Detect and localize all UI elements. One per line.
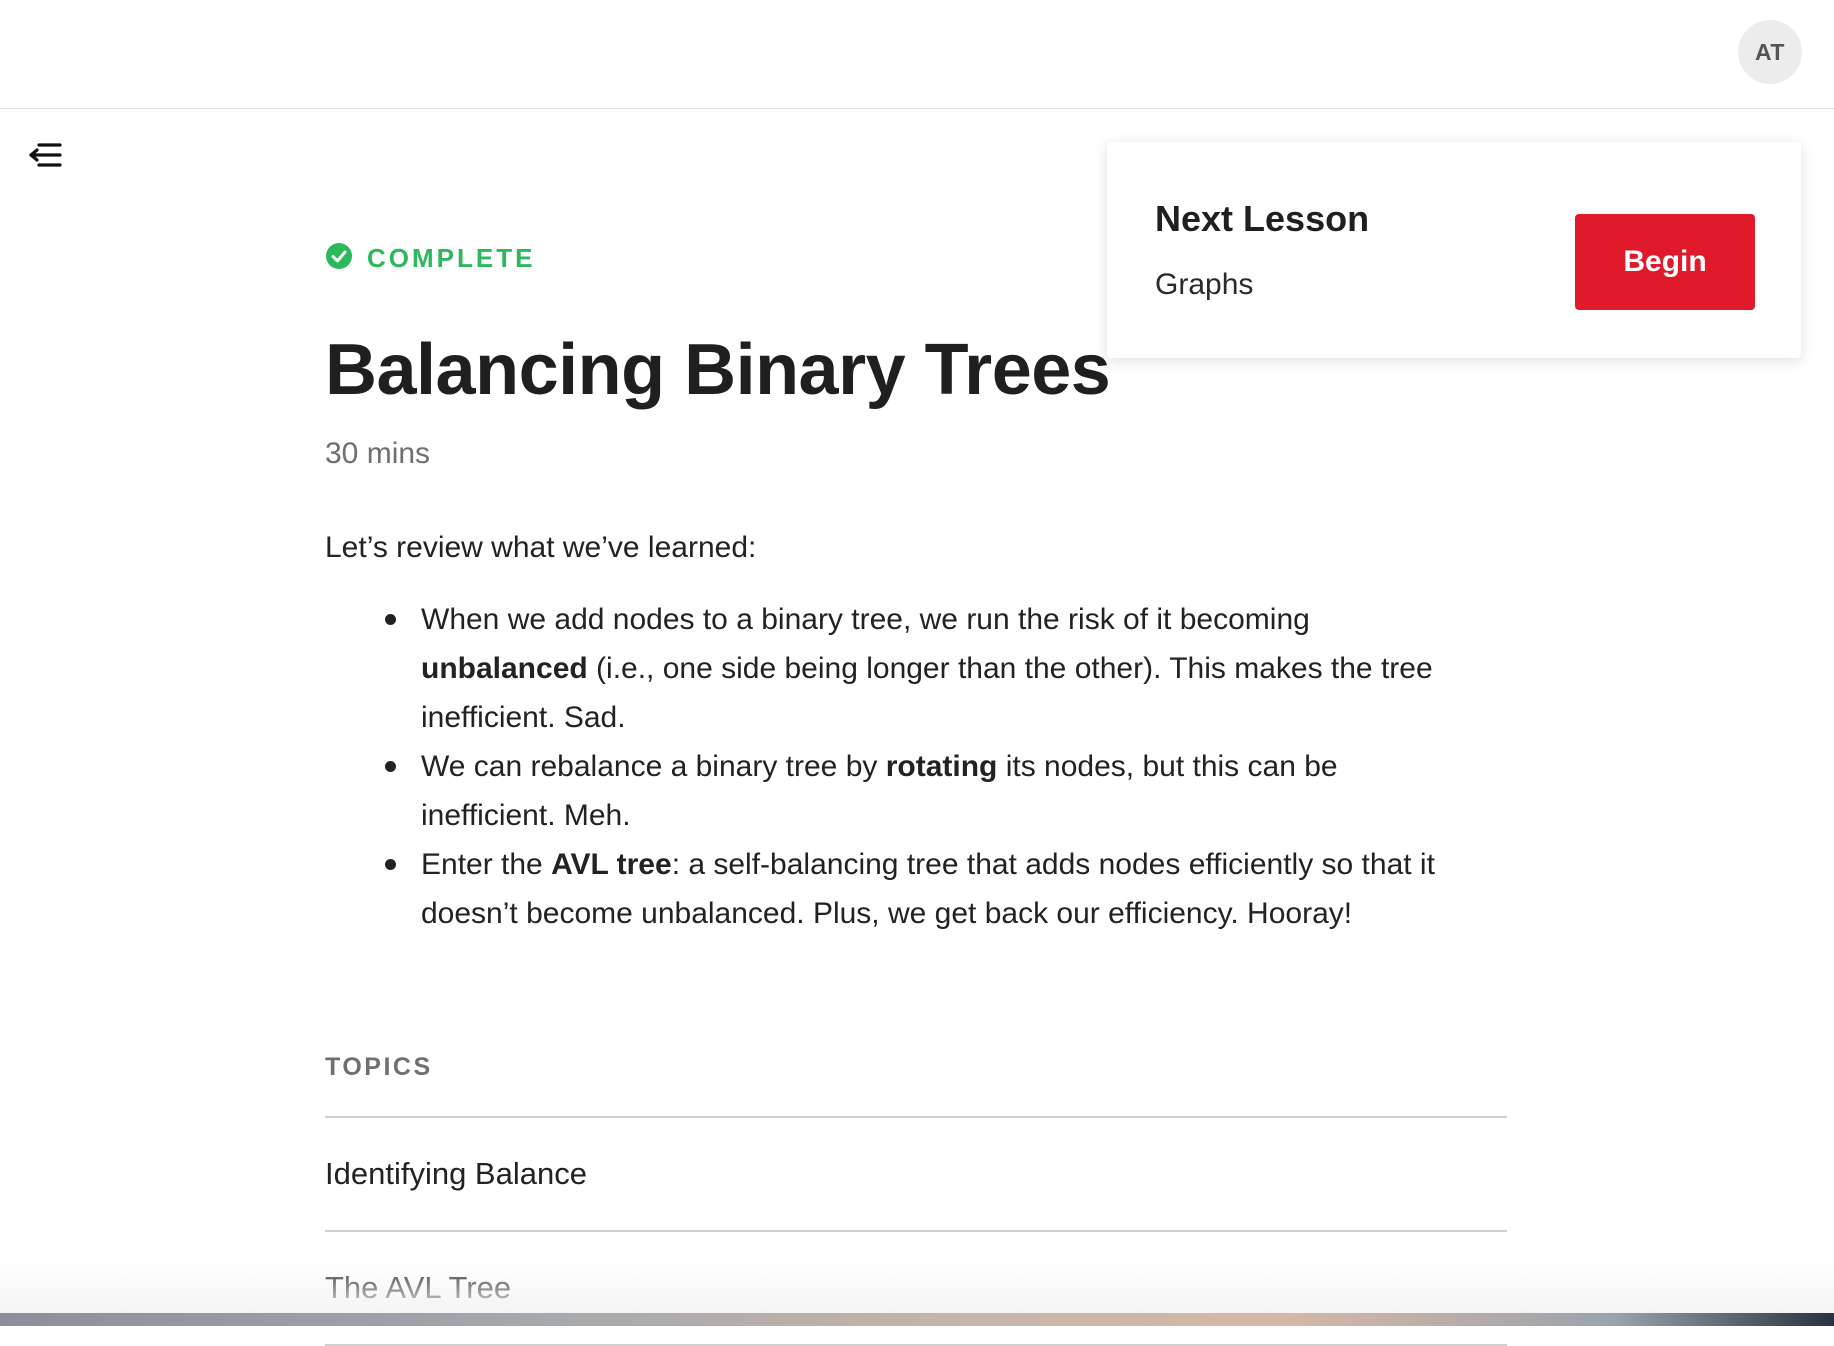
review-text: We can rebalance a binary tree by <box>421 749 886 783</box>
review-key-term: AVL tree <box>551 847 672 881</box>
next-lesson-name: Graphs <box>1155 268 1254 301</box>
topic-item-identifying-balance[interactable]: Identifying Balance <box>325 1118 1507 1232</box>
topic-list: Identifying Balance The AVL Tree <box>325 1115 1507 1346</box>
next-lesson-card: Next Lesson Graphs Begin <box>1107 142 1801 358</box>
menu-collapse-icon[interactable] <box>26 140 66 174</box>
lesson-content: COMPLETE Balancing Binary Trees 30 mins … <box>325 240 1507 1346</box>
dock-strip <box>0 1313 1834 1326</box>
review-item: When we add nodes to a binary tree, we r… <box>385 595 1451 742</box>
top-bar: AT <box>0 0 1834 109</box>
review-item: We can rebalance a binary tree by rotati… <box>385 742 1451 840</box>
review-key-term: rotating <box>885 749 998 783</box>
next-lesson-heading: Next Lesson <box>1155 198 1370 239</box>
review-text: Enter the <box>421 847 552 881</box>
user-avatar[interactable]: AT <box>1738 20 1802 84</box>
topics-heading: TOPICS <box>325 1052 433 1081</box>
topic-item-avl-tree[interactable]: The AVL Tree <box>325 1232 1507 1346</box>
lesson-duration: 30 mins <box>325 436 431 470</box>
begin-button[interactable]: Begin <box>1575 214 1755 310</box>
review-text: When we add nodes to a binary tree, we r… <box>421 602 1310 636</box>
check-circle-icon <box>325 242 353 275</box>
review-item: Enter the AVL tree: a self-balancing tre… <box>385 840 1451 938</box>
review-key-term: unbalanced <box>421 651 588 685</box>
review-list: When we add nodes to a binary tree, we r… <box>385 595 1451 938</box>
status-label: COMPLETE <box>367 242 536 273</box>
lesson-intro: Let’s review what we’ve learned: <box>325 530 757 564</box>
